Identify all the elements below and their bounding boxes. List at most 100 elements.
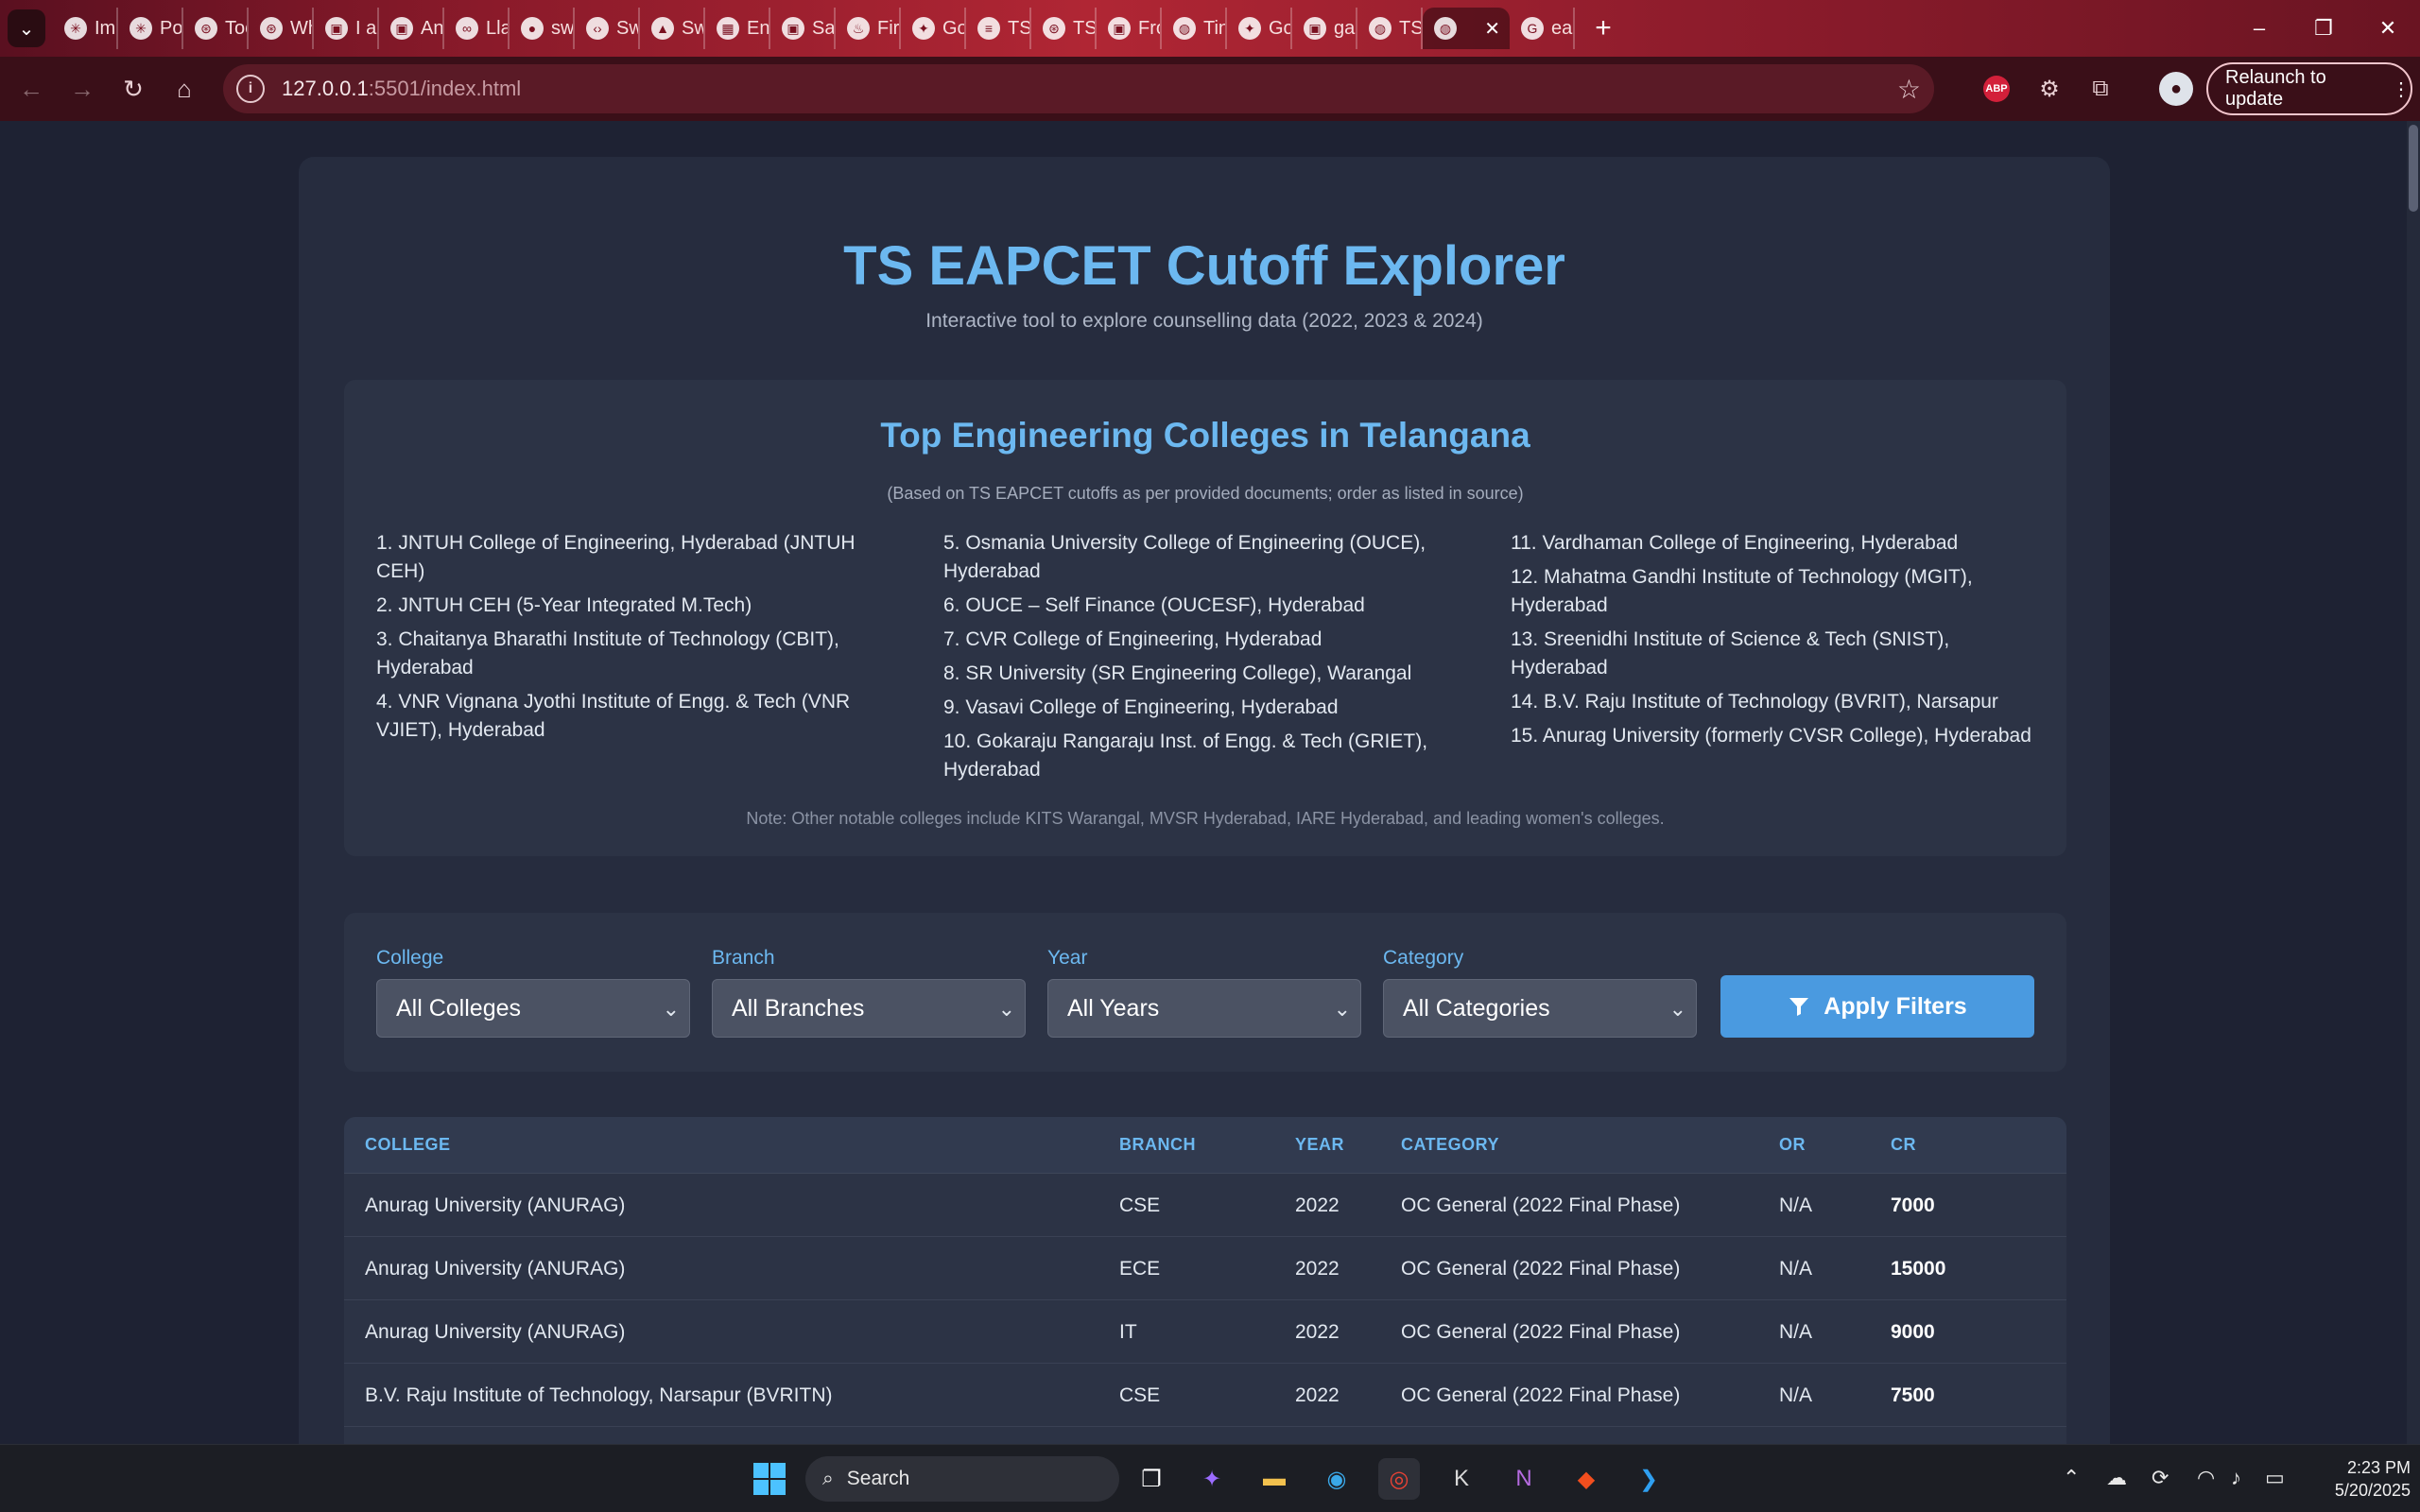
- volume-icon[interactable]: ♪: [2231, 1466, 2241, 1490]
- year-select-value: All Years: [1067, 994, 1160, 1022]
- forward-button[interactable]: →: [57, 63, 108, 114]
- chevron-up-icon[interactable]: ⌃: [2063, 1466, 2080, 1490]
- bookmark-star-icon[interactable]: ☆: [1897, 74, 1921, 105]
- page-scrollbar-thumb[interactable]: [2409, 125, 2418, 212]
- tab-search-menu-button[interactable]: ⌄: [8, 9, 45, 47]
- system-clock[interactable]: 2:23 PM 5/20/2025: [2307, 1456, 2411, 1502]
- browser-tab[interactable]: ▲ Sw: [640, 8, 705, 49]
- table-row[interactable]: Anurag University (ANURAG) IT 2022 OC Gener…: [344, 1300, 2066, 1364]
- onenote-button[interactable]: N: [1503, 1458, 1545, 1500]
- reload-button[interactable]: ↻: [108, 63, 159, 114]
- browser-tab[interactable]: ● sw: [510, 8, 575, 49]
- wifi-icon[interactable]: ◠: [2197, 1466, 2215, 1490]
- browser-tab[interactable]: Geap: [1510, 8, 1575, 49]
- browser-tab[interactable]: ‹› Sw: [575, 8, 640, 49]
- college-select-value: All Colleges: [396, 994, 522, 1022]
- browser-tab[interactable]: ⊛ TS: [1031, 8, 1097, 49]
- table-header-cell[interactable]: OR: [1779, 1135, 1806, 1155]
- close-window-button[interactable]: ✕: [2356, 0, 2420, 57]
- browser-tab[interactable]: ✳ Pos: [118, 8, 183, 49]
- extension-button[interactable]: ⚙: [2031, 70, 2068, 108]
- figma-button[interactable]: ◆: [1565, 1458, 1607, 1500]
- table-header-cell[interactable]: COLLEGE: [365, 1135, 451, 1155]
- category-select[interactable]: All Categories ⌄: [1383, 979, 1697, 1038]
- close-tab-icon[interactable]: ✕: [1484, 17, 1500, 41]
- college-list-item: 15. Anurag University (formerly CVSR Col…: [1511, 725, 2031, 747]
- restore-button[interactable]: ❐: [2291, 0, 2356, 57]
- adblock-extension-button[interactable]: ABP: [1978, 70, 2015, 108]
- browser-tab[interactable]: ⊛ Too: [183, 8, 249, 49]
- browser-tab[interactable]: ▣ I ar: [314, 8, 379, 49]
- browser-tab-label: Fire: [877, 17, 900, 39]
- chatgpt-icon: ⊛: [1043, 17, 1065, 40]
- browser-tab[interactable]: ✳ Imp: [53, 8, 118, 49]
- app-icon: ▣: [390, 17, 413, 40]
- copilot-button[interactable]: ✦: [1191, 1458, 1233, 1500]
- apply-filters-label: Apply Filters: [1824, 992, 1967, 1020]
- browser-tab-label: Lla: [486, 17, 510, 39]
- taskbar-search[interactable]: ⌕ Search: [805, 1456, 1119, 1502]
- address-bar[interactable]: i 127.0.0.1:5501/index.html ☆: [223, 64, 1934, 113]
- site-info-icon[interactable]: i: [236, 75, 265, 103]
- college-select[interactable]: All Colleges ⌄: [376, 979, 690, 1038]
- table-row[interactable]: Anurag University (ANURAG) CSE 2022 OC Gene…: [344, 1174, 2066, 1237]
- chevron-down-icon: ⌄: [1333, 997, 1351, 1021]
- year-select[interactable]: All Years ⌄: [1047, 979, 1361, 1038]
- browser-tab[interactable]: ≡ TS: [966, 8, 1031, 49]
- table-row[interactable]: B.V. Raju Institute of Technology, Narsa…: [344, 1427, 2066, 1444]
- table-row[interactable]: Anurag University (ANURAG) ECE 2022 OC Gene…: [344, 1237, 2066, 1300]
- browser-tab[interactable]: ▦ Ent: [705, 8, 770, 49]
- college-list-column-1: 1. JNTUH College of Engineering, Hyderab…: [376, 529, 906, 750]
- sync-icon[interactable]: ⟳: [2152, 1466, 2169, 1490]
- browser-tab[interactable]: ✦ Go: [901, 8, 966, 49]
- browser-tab[interactable]: ▣ gai: [1292, 8, 1357, 49]
- app-icon: ▣: [325, 17, 348, 40]
- app-button[interactable]: K: [1441, 1458, 1482, 1500]
- browser-tab[interactable]: ∞ Lla: [444, 8, 510, 49]
- chrome-button[interactable]: ◎: [1378, 1458, 1420, 1500]
- branch-select[interactable]: All Branches ⌄: [712, 979, 1026, 1038]
- relaunch-to-update-button[interactable]: Relaunch to update ⋮: [2206, 62, 2412, 115]
- page-scrollbar[interactable]: [2407, 121, 2420, 1444]
- more-vertical-icon: ⋮: [2392, 78, 2411, 100]
- branch-filter-label: Branch: [712, 947, 775, 969]
- college-list-item: 10. Gokaraju Rangaraju Inst. of Engg. & …: [943, 730, 1428, 781]
- search-icon: ⌕: [822, 1468, 834, 1489]
- profile-avatar[interactable]: ●: [2159, 72, 2193, 106]
- back-button[interactable]: ←: [6, 63, 57, 114]
- browser-tab[interactable]: ✦ Go: [1227, 8, 1292, 49]
- top-colleges-section: Top Engineering Colleges in Telangana (B…: [344, 380, 2066, 856]
- table-header-cell[interactable]: YEAR: [1295, 1135, 1344, 1155]
- browser-tab[interactable]: ▣ An: [379, 8, 444, 49]
- browser-tab[interactable]: ♨ Fire: [836, 8, 901, 49]
- task-view-button[interactable]: ❐: [1131, 1458, 1172, 1500]
- puzzle-icon: ⧉: [2092, 76, 2109, 101]
- college-list-item: 7. CVR College of Engineering, Hyderabad: [943, 628, 1322, 650]
- browser-tab[interactable]: ◍ TS: [1357, 8, 1423, 49]
- browser-tab[interactable]: ▣ Sar: [770, 8, 836, 49]
- table-header-cell[interactable]: CATEGORY: [1401, 1135, 1499, 1155]
- table-header-cell[interactable]: CR: [1891, 1135, 1916, 1155]
- edge-button[interactable]: ◉: [1316, 1458, 1357, 1500]
- college-list-item: 6. OUCE – Self Finance (OUCESF), Hyderab…: [943, 594, 1365, 616]
- table-header-cell[interactable]: BRANCH: [1119, 1135, 1196, 1155]
- file-explorer-button[interactable]: ▬: [1253, 1458, 1295, 1500]
- minimize-button[interactable]: –: [2227, 0, 2291, 57]
- vscode-button[interactable]: ❯: [1628, 1458, 1669, 1500]
- table-row[interactable]: B.V. Raju Institute of Technology, Narsa…: [344, 1364, 2066, 1427]
- start-button[interactable]: [749, 1458, 790, 1500]
- college-list-column-3: 11. Vardhaman College of Engineering, Hy…: [1511, 529, 2040, 756]
- apply-filters-button[interactable]: Apply Filters: [1720, 975, 2034, 1038]
- cloud-icon[interactable]: ☁: [2106, 1466, 2127, 1490]
- app-icon: ▣: [782, 17, 804, 40]
- windows-logo-icon: [753, 1463, 786, 1495]
- browser-tab[interactable]: ▣ Fro: [1097, 8, 1162, 49]
- browser-tab[interactable]: ◍ ✕: [1423, 8, 1510, 49]
- browser-tab[interactable]: ⊛ Wh: [249, 8, 314, 49]
- home-button[interactable]: ⌂: [159, 63, 210, 114]
- battery-icon[interactable]: ▭: [2265, 1466, 2285, 1490]
- browser-tab[interactable]: ◍ Tin: [1162, 8, 1227, 49]
- table-cell: N/A: [1779, 1194, 1813, 1216]
- new-tab-button[interactable]: +: [1584, 9, 1622, 47]
- extensions-menu-button[interactable]: ⧉: [2082, 70, 2119, 108]
